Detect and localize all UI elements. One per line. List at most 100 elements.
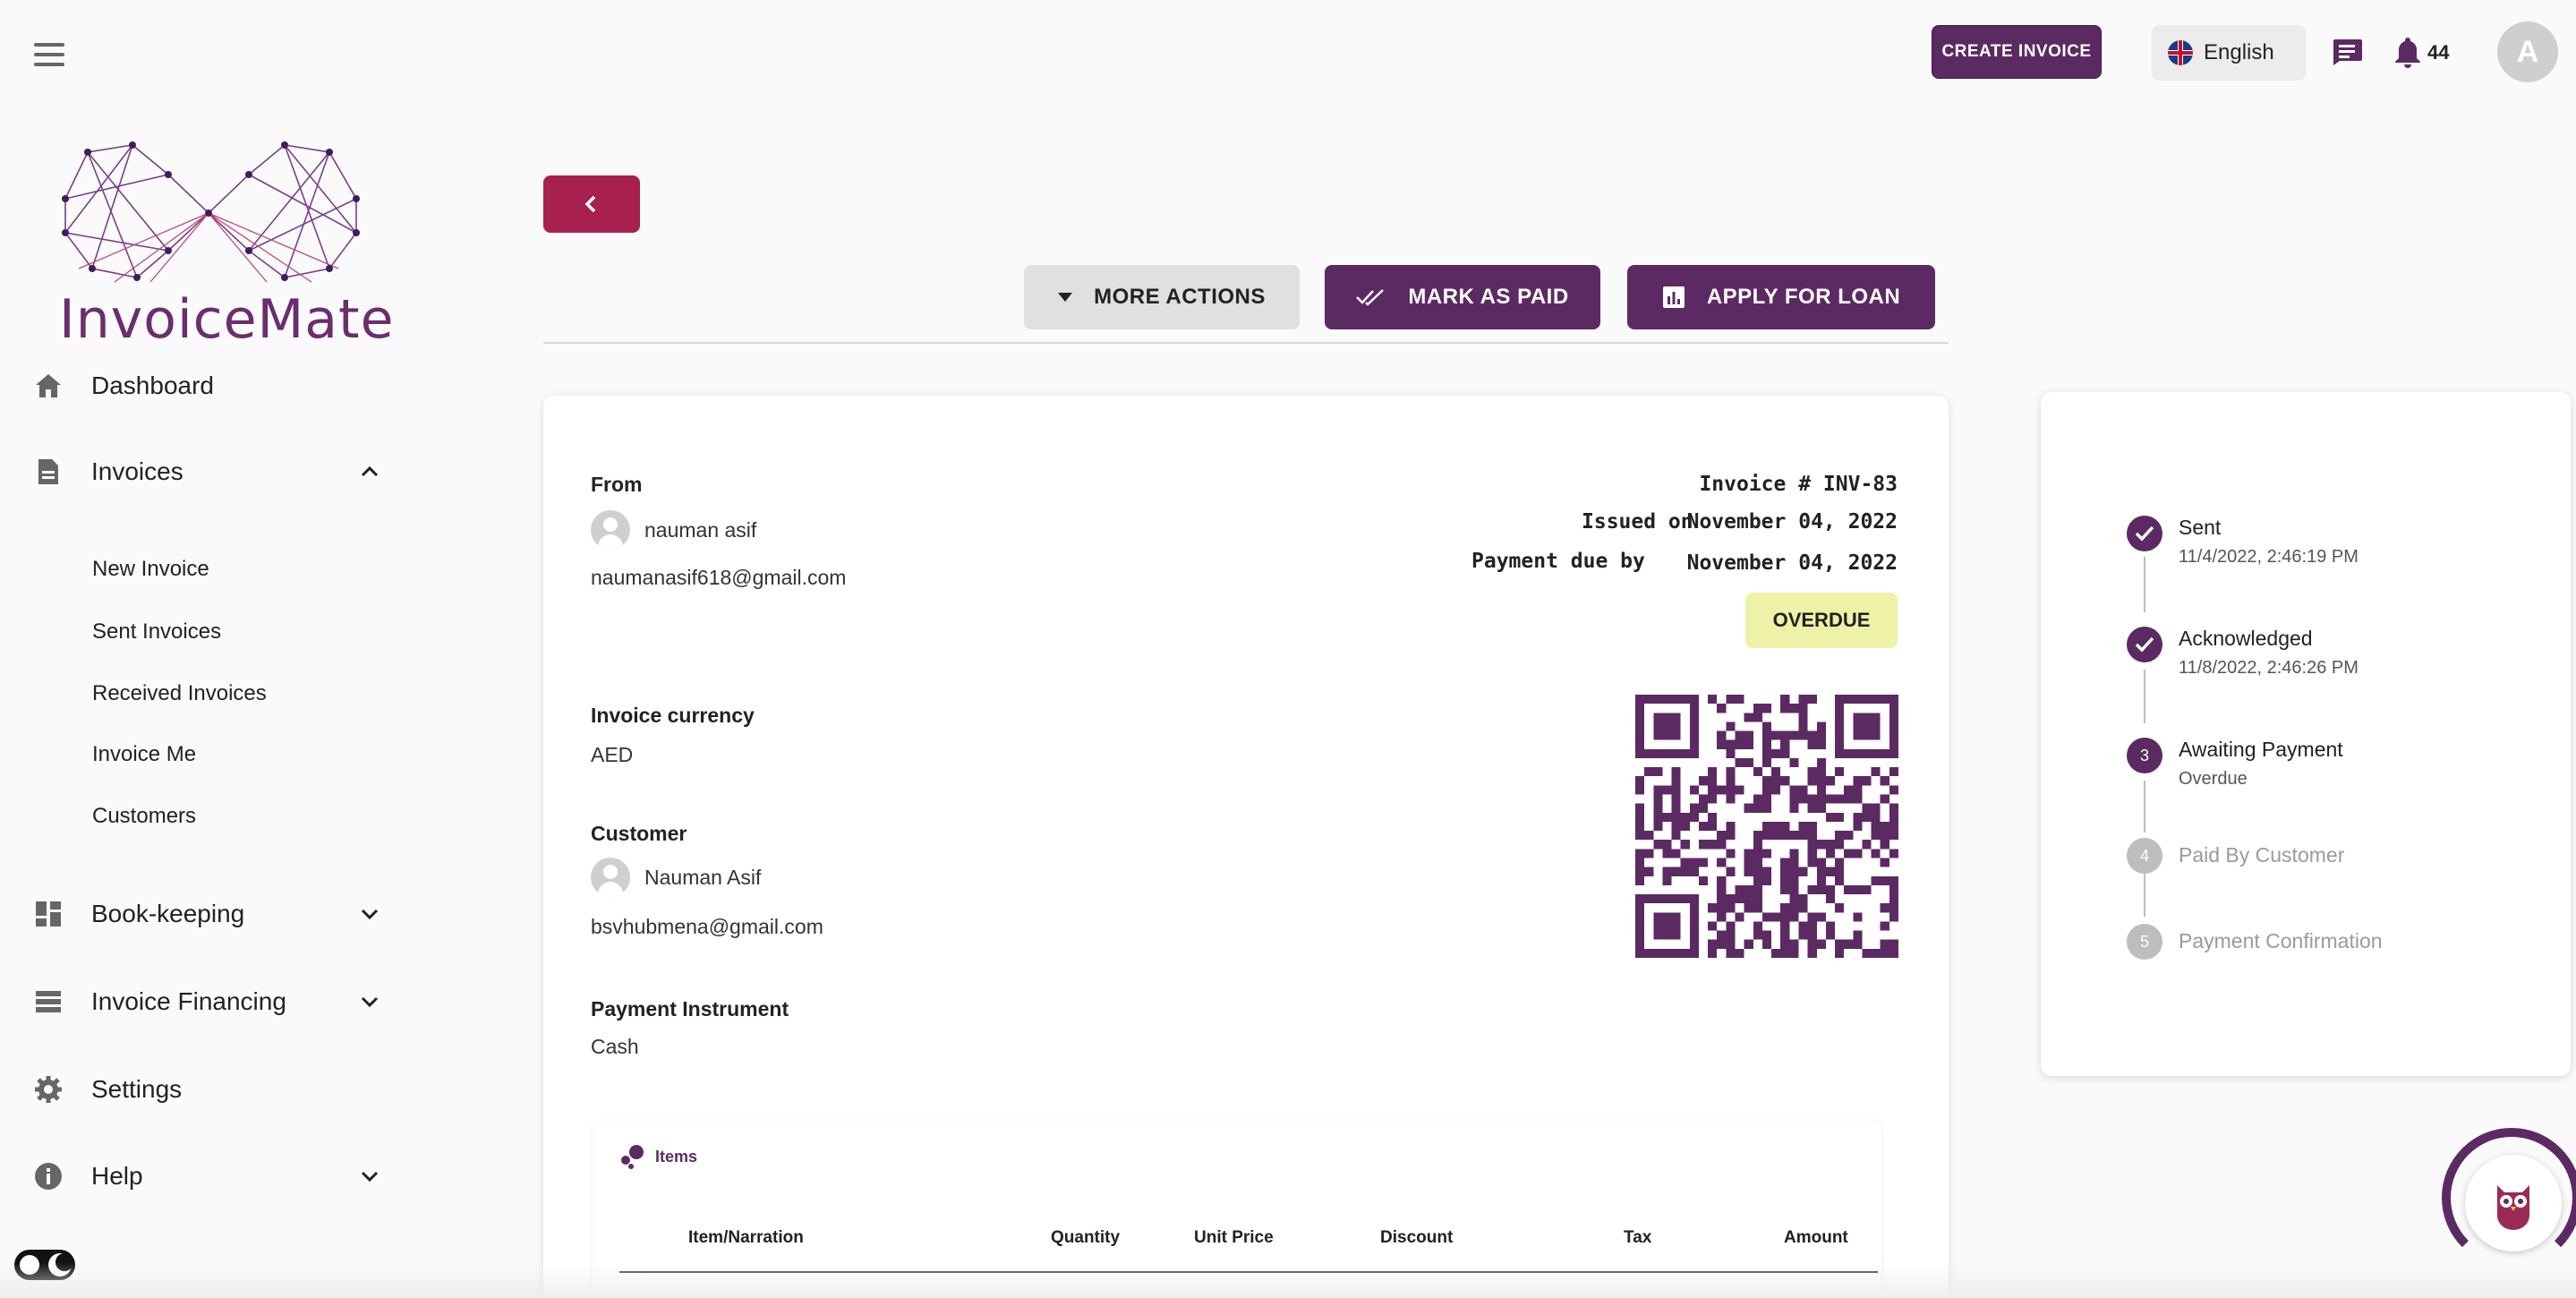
invoice-number: Invoice # INV-83 — [1699, 473, 1898, 496]
sidebar-item-invoices[interactable]: Invoices — [32, 449, 390, 494]
more-actions-label: MORE ACTIONS — [1094, 285, 1266, 309]
step-detail: 11/4/2022, 2:46:19 PM — [2179, 547, 2358, 567]
step-number: 4 — [2127, 838, 2162, 874]
timeline-step-paid-by-customer: 4 Paid By Customer — [2127, 838, 2344, 874]
apply-for-loan-label: APPLY FOR LOAN — [1706, 285, 1901, 309]
back-button[interactable] — [543, 175, 640, 233]
sidebar-item-label: Dashboard — [91, 371, 214, 399]
chevron-down-icon — [361, 996, 379, 1008]
due-label: Payment due by — [1471, 550, 1645, 573]
issued-date: November 04, 2022 — [1686, 510, 1898, 534]
status-badge: OVERDUE — [1745, 593, 1898, 648]
sidebar-item-invoice-financing[interactable]: Invoice Financing — [32, 979, 390, 1024]
check-circle-icon — [2127, 516, 2162, 551]
person-avatar-icon — [591, 510, 630, 550]
step-title: Paid By Customer — [2179, 843, 2345, 867]
column-header-item: Item/Narration — [688, 1228, 804, 1247]
customer-person: Nauman Asif — [591, 858, 761, 897]
column-header-discount: Discount — [1380, 1228, 1454, 1247]
more-actions-button[interactable]: MORE ACTIONS — [1024, 265, 1300, 329]
caret-down-icon — [1058, 293, 1073, 302]
chevron-left-icon — [584, 195, 596, 213]
step-title: Awaiting Payment — [2179, 738, 2343, 761]
list-icon — [32, 986, 64, 1018]
language-selector[interactable]: English — [2152, 25, 2306, 81]
bar-chart-icon — [1662, 286, 1685, 308]
timeline-step-acknowledged: Acknowledged 11/8/2022, 2:46:26 PM — [2127, 627, 2358, 679]
bubbles-icon — [621, 1145, 644, 1169]
apply-for-loan-button[interactable]: APPLY FOR LOAN — [1627, 265, 1935, 329]
column-header-tax: Tax — [1624, 1228, 1652, 1247]
theme-toggle[interactable] — [14, 1250, 75, 1280]
step-number: 3 — [2127, 738, 2162, 773]
moon-icon — [48, 1253, 73, 1277]
actions-divider — [543, 342, 1949, 344]
payment-instrument-value: Cash — [591, 1035, 639, 1058]
notification-count: 44 — [2427, 41, 2450, 64]
sidebar-item-received-invoices[interactable]: Received Invoices — [92, 681, 267, 706]
document-icon — [32, 456, 64, 488]
create-invoice-button[interactable]: CREATE INVOICE — [1932, 25, 2102, 79]
sidebar-item-settings[interactable]: Settings — [32, 1067, 390, 1112]
customer-email: bsvhubmena@gmail.com — [591, 915, 823, 938]
from-label: From — [591, 473, 643, 496]
brand-name: InvoiceMate — [59, 288, 395, 351]
language-label: English — [2204, 40, 2274, 64]
due-date: November 04, 2022 — [1686, 551, 1898, 575]
sidebar-item-invoice-me[interactable]: Invoice Me — [92, 742, 196, 767]
timeline-step-payment-confirmation: 5 Payment Confirmation — [2127, 924, 2383, 960]
currency-value: AED — [591, 743, 634, 766]
timeline-step-sent: Sent 11/4/2022, 2:46:19 PM — [2127, 516, 2358, 568]
invoice-card: From nauman asif naumanasif618@gmail.com… — [543, 396, 1949, 1298]
owl-mascot-icon — [2497, 1185, 2529, 1230]
sidebar-item-label: Help — [91, 1162, 143, 1190]
step-detail: Overdue — [2179, 769, 2248, 789]
table-header-divider — [619, 1271, 1878, 1273]
chat-icon[interactable] — [2331, 38, 2363, 66]
column-header-unit-price: Unit Price — [1194, 1228, 1274, 1247]
qr-code-icon — [1635, 695, 1898, 958]
sidebar-item-bookkeeping[interactable]: Book-keeping — [32, 892, 390, 936]
uk-flag-icon — [2168, 40, 2193, 65]
step-title: Sent — [2179, 516, 2222, 539]
chevron-up-icon — [361, 465, 379, 477]
step-title: Payment Confirmation — [2179, 929, 2383, 952]
user-avatar[interactable]: A — [2497, 21, 2558, 82]
check-circle-icon — [2127, 627, 2162, 662]
menu-toggle-icon[interactable] — [34, 43, 64, 66]
sidebar-item-new-invoice[interactable]: New Invoice — [92, 557, 209, 582]
currency-label: Invoice currency — [591, 704, 755, 727]
gear-icon — [32, 1073, 64, 1106]
dashboard-widgets-icon — [32, 898, 64, 930]
timeline-connector — [2144, 867, 2145, 917]
from-email: naumanasif618@gmail.com — [591, 566, 847, 589]
chevron-down-icon — [361, 909, 379, 920]
mark-as-paid-button[interactable]: MARK AS PAID — [1325, 265, 1600, 329]
sun-icon — [20, 1255, 39, 1275]
sidebar-item-customers[interactable]: Customers — [92, 804, 196, 829]
from-name: nauman asif — [644, 517, 757, 542]
step-number: 5 — [2127, 924, 2162, 960]
chat-assistant-button[interactable] — [2465, 1155, 2562, 1251]
payment-instrument-label: Payment Instrument — [591, 997, 789, 1020]
items-section: Items Item/Narration Quantity Unit Price… — [593, 1121, 1881, 1298]
customer-label: Customer — [591, 822, 687, 845]
sidebar-item-sent-invoices[interactable]: Sent Invoices — [92, 619, 221, 645]
info-icon — [32, 1160, 64, 1192]
sidebar-item-dashboard[interactable]: Dashboard — [32, 363, 390, 408]
chevron-down-icon — [361, 1171, 379, 1183]
customer-name: Nauman Asif — [644, 865, 762, 889]
sidebar-item-label: Book-keeping — [91, 900, 245, 927]
from-person: nauman asif — [591, 510, 756, 550]
items-title: Items — [619, 1144, 697, 1169]
double-check-icon — [1356, 289, 1385, 306]
notifications-bell-icon[interactable] — [2393, 36, 2422, 68]
home-icon — [32, 370, 64, 402]
items-title-label: Items — [655, 1147, 698, 1166]
person-avatar-icon — [591, 858, 630, 897]
column-header-quantity: Quantity — [1051, 1228, 1121, 1247]
sidebar-item-label: Invoice Financing — [91, 987, 286, 1015]
sidebar-item-help[interactable]: Help — [32, 1154, 390, 1199]
status-timeline-card: Sent 11/4/2022, 2:46:19 PM Acknowledged 11… — [2041, 392, 2571, 1076]
sidebar-item-label: Settings — [91, 1075, 183, 1103]
